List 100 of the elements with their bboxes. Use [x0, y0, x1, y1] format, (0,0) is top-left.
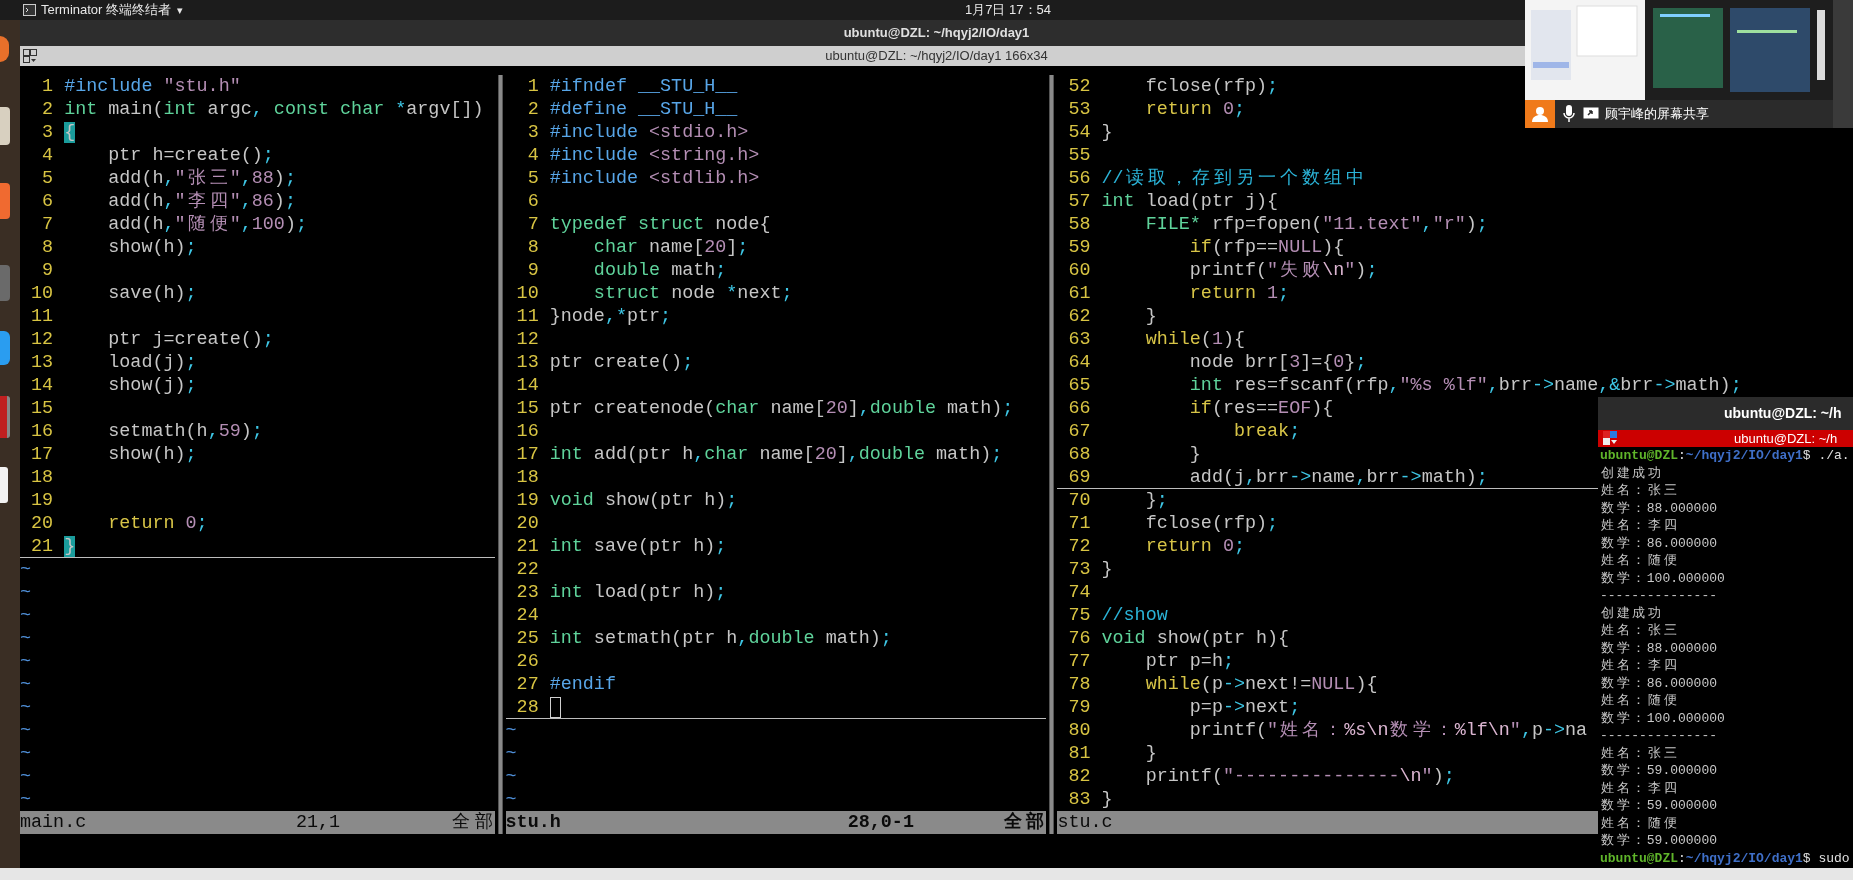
line-number: 74 — [1067, 581, 1092, 604]
screen-share-icon[interactable] — [1583, 107, 1599, 121]
line-number: 3 — [526, 121, 540, 144]
line-number: 6 — [526, 190, 540, 213]
code-line: } — [1144, 305, 1157, 328]
file-name: stu.h — [505, 811, 561, 834]
line-number: 71 — [1067, 512, 1092, 535]
line-number: 10 — [515, 282, 540, 305]
line-number: 21 — [515, 535, 540, 558]
output-line: 数学：88.000000 — [1600, 499, 1718, 517]
line-number: 13 — [30, 351, 55, 374]
line-number: 81 — [1067, 742, 1092, 765]
empty-line-marker: ~ — [20, 742, 32, 765]
layout-grid-icon[interactable] — [23, 49, 38, 63]
app-icon[interactable] — [0, 36, 9, 62]
output-line: 数学：86.000000 — [1600, 534, 1718, 552]
person-icon[interactable] — [1531, 105, 1549, 123]
microphone-icon[interactable] — [1563, 105, 1575, 123]
code-line: int main(int argc, const char *argv[]) — [64, 98, 484, 121]
code-line: #endif — [549, 673, 616, 696]
output-line: 姓名：李四 — [1600, 779, 1678, 797]
line-number: 26 — [515, 650, 540, 673]
code-line: ptr h=create(); — [107, 144, 274, 167]
code-line: ptr create(); — [549, 351, 694, 374]
code-line: break; — [1232, 420, 1301, 443]
code-line: int load(ptr h); — [549, 581, 727, 604]
terminal-icon — [23, 4, 36, 16]
output-line: 姓名：随便 — [1600, 814, 1678, 832]
app-menu-label[interactable]: Terminator 终端终结者 — [41, 0, 172, 20]
terminal-title: ubuntu@DZL: ~/h — [1734, 429, 1838, 448]
code-line: #include <stdlib.h> — [549, 167, 760, 190]
line-number: 78 — [1067, 673, 1092, 696]
code-line: int res=fscanf(rfp,"%s %lf",brr->name,&brr->math); — [1188, 374, 1742, 397]
code-line: p=p->next; — [1188, 696, 1301, 719]
line-number: 58 — [1067, 213, 1092, 236]
empty-line-marker: ~ — [20, 765, 32, 788]
line-number: 11 — [30, 305, 55, 328]
line-number: 70 — [1067, 489, 1092, 512]
output-line: 姓名：李四 — [1600, 657, 1678, 675]
line-number: 12 — [30, 328, 55, 351]
output-line: 数学：59.000000 — [1600, 832, 1718, 850]
output-line: 姓名：随便 — [1600, 692, 1678, 710]
empty-line-marker: ~ — [505, 788, 517, 811]
line-number: 20 — [30, 512, 55, 535]
line-number: 1 — [41, 75, 55, 98]
line-number: 1 — [526, 75, 540, 98]
line-number: 53 — [1067, 98, 1092, 121]
empty-line-marker: ~ — [20, 650, 32, 673]
code-line: FILE* rfp=fopen("11.text","r"); — [1144, 213, 1488, 236]
empty-line-marker: ~ — [20, 673, 32, 696]
line-number: 83 — [1067, 788, 1092, 811]
code-line: add(h,"李四",86); — [107, 190, 296, 213]
line-number: 8 — [41, 236, 55, 259]
app-icon[interactable] — [0, 331, 10, 365]
line-number: 5 — [526, 167, 540, 190]
line-number: 54 — [1067, 121, 1092, 144]
clock[interactable]: 1月7日 17：54 — [965, 0, 1051, 20]
line-number: 57 — [1067, 190, 1092, 213]
line-number: 27 — [515, 673, 540, 696]
screen-share-label: 顾宇峰的屏幕共享 — [1605, 105, 1709, 124]
line-number: 82 — [1067, 765, 1092, 788]
output-line: 姓名：李四 — [1600, 517, 1678, 535]
line-number: 22 — [515, 558, 540, 581]
line-number: 8 — [526, 236, 540, 259]
empty-line-marker: ~ — [20, 558, 32, 581]
layout-grid-icon[interactable] — [1603, 431, 1618, 446]
output-line: --------------- — [1600, 727, 1719, 745]
empty-line-marker: ~ — [20, 719, 32, 742]
line-number: 77 — [1067, 650, 1092, 673]
code-line: void show(ptr h){ — [1101, 627, 1290, 650]
line-number: 28 — [515, 696, 540, 718]
code-line: ptr createnode(char name[20],double math); — [549, 397, 1014, 420]
cursor-position: 21,1 — [295, 811, 341, 834]
code-line: printf("姓名：%s\n数学：%lf\n",p->na — [1188, 719, 1588, 742]
line-number: 14 — [30, 374, 55, 397]
line-number: 67 — [1067, 420, 1092, 443]
code-line: node brr[3]={0}; — [1188, 351, 1367, 374]
line-number: 9 — [41, 259, 55, 282]
code-line: struct node *next; — [592, 282, 793, 305]
output-line: 数学：88.000000 — [1600, 639, 1718, 657]
line-number: 16 — [515, 420, 540, 443]
line-number: 19 — [30, 489, 55, 512]
code-line: void show(ptr h); — [549, 489, 738, 512]
code-line: #include <stdio.h> — [549, 121, 749, 144]
code-line: #include <string.h> — [549, 144, 760, 167]
code-line: }; — [1144, 489, 1168, 512]
prompt-line: ubuntu@DZL:~/hqyj2/IO/day1$ sudo — [1600, 849, 1851, 867]
code-line: if(res==EOF){ — [1188, 397, 1334, 420]
output-line: 姓名：张三 — [1600, 622, 1678, 640]
code-line: save(h); — [107, 282, 197, 305]
line-number: 3 — [41, 121, 55, 144]
code-line: fclose(rfp); — [1144, 75, 1279, 98]
code-line: #ifndef __STU_H__ — [549, 75, 738, 98]
file-name: main.c — [20, 811, 87, 834]
code-line: show(h); — [107, 443, 197, 466]
line-number: 6 — [41, 190, 55, 213]
empty-line-marker: ~ — [505, 765, 517, 788]
empty-line-marker: ~ — [20, 788, 32, 811]
caret-icon[interactable]: ▾ — [177, 1, 184, 19]
empty-line-marker: ~ — [505, 742, 517, 765]
